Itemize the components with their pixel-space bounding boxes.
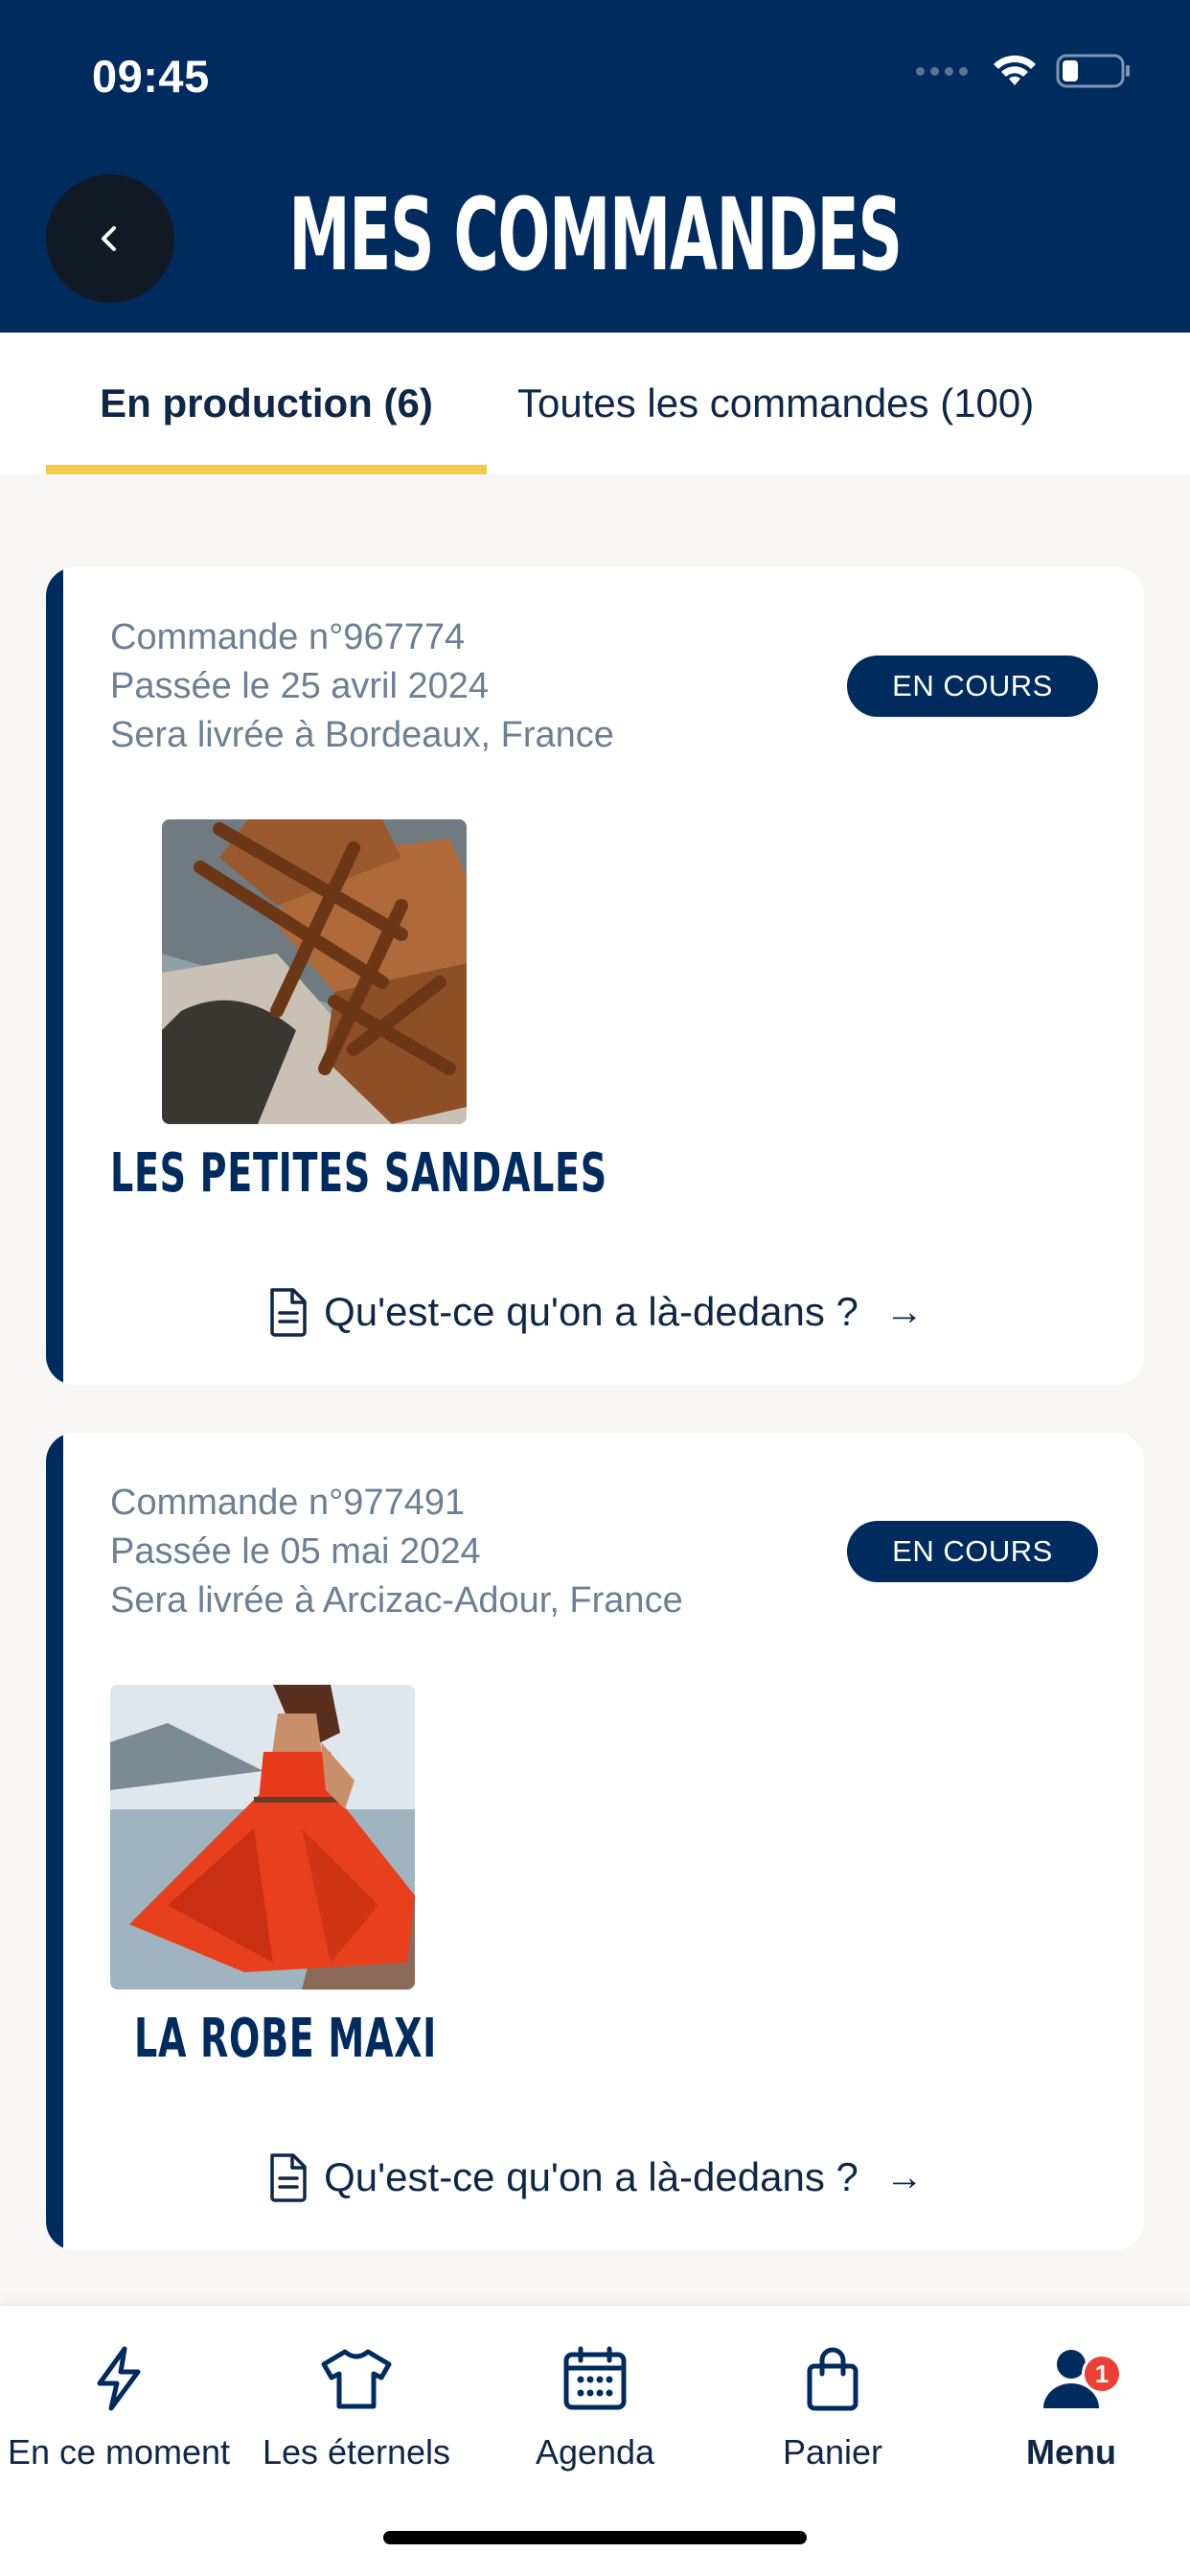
calendar-icon [561, 2342, 629, 2415]
status-badge: EN COURS [847, 656, 1098, 717]
tab-en-production[interactable]: En production (6) [46, 333, 487, 474]
product-image[interactable] [162, 819, 467, 1124]
nav-label: En ce moment [7, 2432, 231, 2472]
lightning-icon [90, 2342, 148, 2415]
nav-label: Les éternels [262, 2432, 451, 2472]
signal-icon [916, 66, 968, 76]
order-number: Commande n°977491 [110, 1483, 466, 1523]
arrow-right-icon: → [884, 2155, 924, 2198]
chevron-left-icon [102, 226, 116, 251]
status-icons [916, 53, 1133, 89]
status-time: 09:45 [92, 51, 210, 102]
tab-bar: En production (6) Toutes les commandes (… [0, 333, 1190, 474]
nav-item-panier[interactable]: Panier [714, 2306, 951, 2497]
status-badge: EN COURS [847, 1521, 1098, 1582]
user-icon: 1 [1040, 2342, 1122, 2415]
document-icon [270, 2153, 307, 2202]
arrow-right-icon: → [884, 1290, 924, 1333]
tshirt-icon [320, 2342, 393, 2415]
home-indicator [383, 2531, 807, 2544]
card-accent-bar [46, 1433, 63, 2250]
order-details-label: Qu'est-ce qu'on a là-dedans ? [324, 1289, 858, 1334]
order-details-label: Qu'est-ce qu'on a là-dedans ? [324, 2154, 858, 2199]
product-image[interactable] [110, 1685, 415, 1990]
nav-item-agenda[interactable]: Agenda [476, 2306, 714, 2497]
order-date: Passée le 05 mai 2024 [110, 1531, 481, 1572]
nav-label: Agenda [535, 2432, 655, 2472]
order-meta: Commande n°967774 Passée le 25 avril 202… [110, 613, 614, 760]
active-tab-indicator [46, 465, 487, 474]
order-card: Commande n°977491 Passée le 05 mai 2024 … [46, 1433, 1144, 2250]
order-delivery: Sera livrée à Bordeaux, France [110, 715, 614, 755]
notification-badge: 1 [1082, 2354, 1122, 2394]
order-details-link[interactable]: Qu'est-ce qu'on a là-dedans ? → [46, 1286, 1144, 1338]
order-date: Passée le 25 avril 2024 [110, 666, 490, 706]
order-details-link[interactable]: Qu'est-ce qu'on a là-dedans ? → [46, 2151, 1144, 2203]
order-meta: Commande n°977491 Passée le 05 mai 2024 … [110, 1479, 683, 1625]
page-title: MES COMMANDES [288, 176, 903, 293]
tab-toutes-les-commandes[interactable]: Toutes les commandes (100) [517, 333, 1092, 474]
order-delivery: Sera livrée à Arcizac-Adour, France [110, 1580, 683, 1621]
order-card: Commande n°967774 Passée le 25 avril 202… [46, 567, 1144, 1385]
app-root: 09:45 MES COMMANDES En production (6) To… [0, 0, 1190, 2576]
wifi-icon [994, 55, 1036, 85]
battery-icon [1056, 54, 1130, 88]
back-button[interactable] [46, 174, 174, 303]
nav-item-menu[interactable]: 1 Menu [952, 2306, 1190, 2497]
bag-icon [804, 2342, 861, 2415]
header: 09:45 MES COMMANDES [0, 0, 1190, 333]
nav-item-les-eternels[interactable]: Les éternels [238, 2306, 475, 2497]
order-number: Commande n°967774 [110, 617, 466, 657]
nav-item-en-ce-moment[interactable]: En ce moment [0, 2306, 238, 2497]
bottom-nav: En ce moment Les éternels Agenda Panier … [0, 2305, 1190, 2576]
product-name: LA ROBE MAXI [134, 2008, 438, 2070]
product-name: LES PETITES SANDALES [110, 1142, 607, 1205]
document-icon [270, 1288, 307, 1337]
nav-label: Menu [1026, 2432, 1116, 2472]
card-accent-bar [46, 567, 63, 1385]
nav-label: Panier [782, 2432, 883, 2472]
